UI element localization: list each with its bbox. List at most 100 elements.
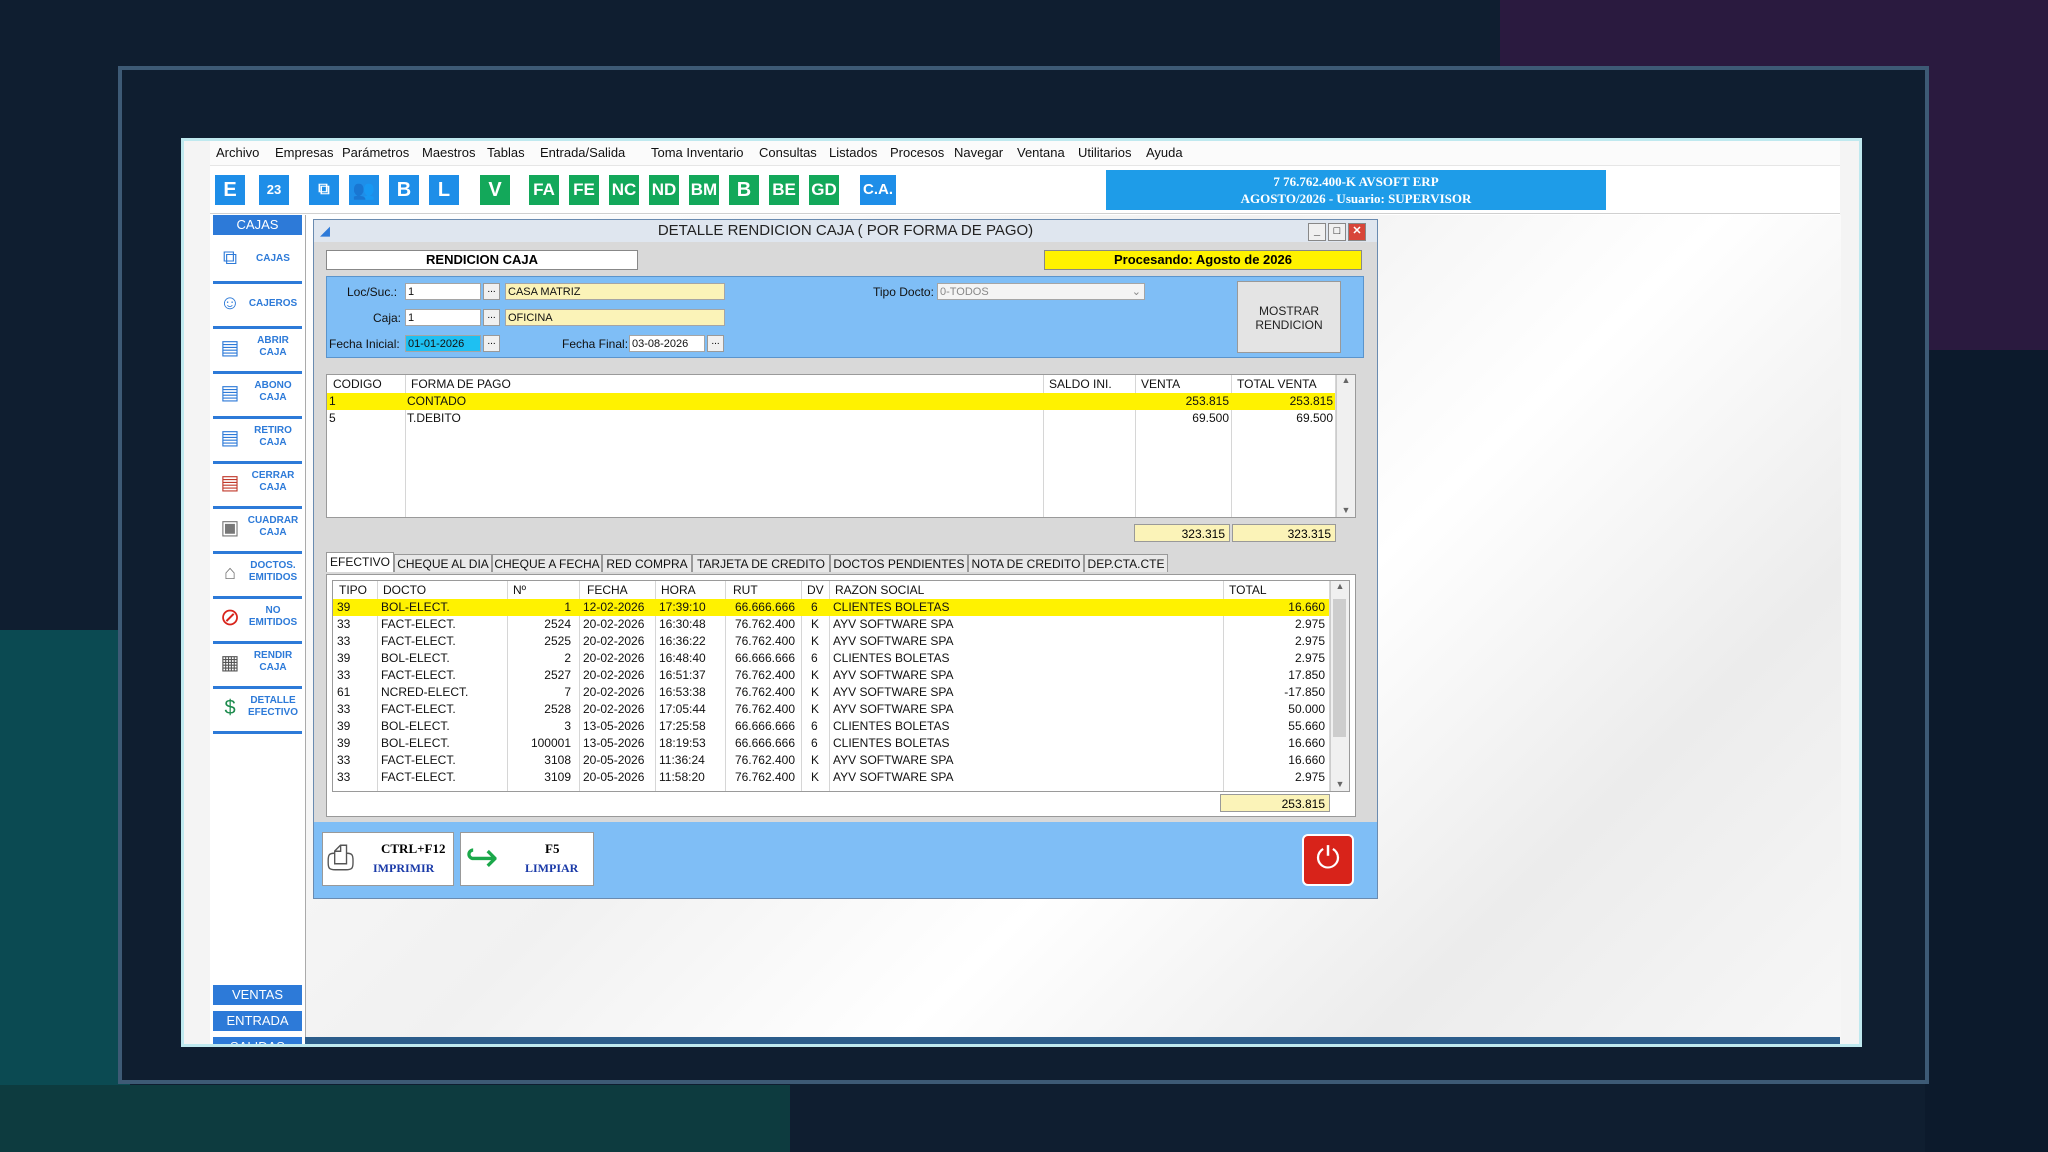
toolbar-fa-button[interactable]: FA <box>528 174 560 206</box>
tab-cheque-al-dia[interactable]: CHEQUE AL DIA <box>394 554 492 572</box>
toolbar-v-button[interactable]: V <box>479 174 511 206</box>
table-row[interactable]: 33 FACT-ELECT. 2524 20-02-2026 16:30:48 76.76… <box>333 616 1329 633</box>
chevron-down-icon[interactable]: ▼ <box>1331 779 1349 789</box>
toolbar-nd-button[interactable]: ND <box>648 174 680 206</box>
minimize-icon[interactable]: _ <box>1308 223 1326 241</box>
tab-tarjeta-credito[interactable]: TARJETA DE CREDITO <box>692 554 830 572</box>
caja-lookup-button[interactable]: ... <box>483 309 500 326</box>
documents-scrollbar[interactable]: ▲ ▼ <box>1330 581 1349 791</box>
toolbar-gd-button[interactable]: GD <box>808 174 840 206</box>
caja-code-input[interactable]: 1 <box>405 309 481 326</box>
sidebar-item-label: RENDIR CAJA <box>253 650 293 673</box>
cell: 69.500 <box>1192 411 1229 425</box>
cell: K <box>811 668 820 682</box>
table-row[interactable]: 33 FACT-ELECT. 2527 20-02-2026 16:51:37 76.76… <box>333 667 1329 684</box>
sidebar-item-cuadrar-caja[interactable]: ▣ CUADRAR CAJA <box>213 509 302 554</box>
menu-toma-inventario[interactable]: Toma Inventario <box>651 145 744 160</box>
fecha-final-input[interactable]: 03-08-2026 <box>629 335 705 352</box>
tab-doctos-pendientes[interactable]: DOCTOS PENDIENTES <box>830 554 968 572</box>
sidebar-item-cajeros[interactable]: ☺ CAJEROS <box>213 284 302 329</box>
toolbar-nc-button[interactable]: NC <box>608 174 640 206</box>
mostrar-rendicion-button[interactable]: MOSTRAR RENDICION <box>1237 281 1341 353</box>
sidebar-item-cajas[interactable]: ⧉ CAJAS <box>213 239 302 284</box>
menu-listados[interactable]: Listados <box>829 145 877 160</box>
clear-button[interactable]: ↪ F5 LIMPIAR <box>460 832 594 886</box>
tab-efectivo[interactable]: EFECTIVO <box>326 552 394 572</box>
menu-consultas[interactable]: Consultas <box>759 145 817 160</box>
toolbar-be-button[interactable]: BE <box>768 174 800 206</box>
sidebar-item-label: RETIRO CAJA <box>254 425 292 448</box>
total-venta-total: 323.315 <box>1232 524 1336 542</box>
table-row[interactable]: 1 CONTADO 253.815 253.815 <box>327 393 1335 410</box>
menu-ayuda[interactable]: Ayuda <box>1146 145 1183 160</box>
scroll-thumb[interactable] <box>1333 599 1346 737</box>
fecha-inicial-input[interactable]: 01-01-2026 <box>405 335 481 352</box>
sidebar-entrada-button[interactable]: ENTRADA <box>213 1011 302 1031</box>
menu-utilitarios[interactable]: Utilitarios <box>1078 145 1131 160</box>
table-row[interactable]: 33 FACT-ELECT. 2528 20-02-2026 17:05:44 76.76… <box>333 701 1329 718</box>
sidebar-item-detalle-efectivo[interactable]: $ DETALLE EFECTIVO <box>213 689 302 734</box>
table-row[interactable]: 5 T.DEBITO 69.500 69.500 <box>327 410 1335 427</box>
fecha-inicial-label: Fecha Inicial: <box>329 337 400 351</box>
fecha-inicial-picker[interactable]: ... <box>483 335 500 352</box>
users-icon[interactable]: 👥 <box>348 174 380 206</box>
table-row[interactable]: 39 BOL-ELECT. 2 20-02-2026 16:48:40 66.666.66… <box>333 650 1329 667</box>
close-icon[interactable]: ✕ <box>1348 223 1366 241</box>
table-row[interactable]: 61 NCRED-ELECT. 7 20-02-2026 16:53:38 76.762.… <box>333 684 1329 701</box>
table-row[interactable]: 39 BOL-ELECT. 100001 13-05-2026 18:19:53 66.6… <box>333 735 1329 752</box>
chevron-up-icon[interactable]: ▲ <box>1337 375 1355 385</box>
fecha-final-picker[interactable]: ... <box>707 335 724 352</box>
chevron-down-icon[interactable]: ▼ <box>1337 505 1355 515</box>
sidebar-item-retiro-caja[interactable]: ▤ RETIRO CAJA <box>213 419 302 464</box>
tab-nota-credito[interactable]: NOTA DE CREDITO <box>968 554 1084 572</box>
tab-cheque-a-fecha[interactable]: CHEQUE A FECHA <box>492 554 602 572</box>
sidebar-item-abono-caja[interactable]: ▤ ABONO CAJA <box>213 374 302 419</box>
menu-tablas[interactable]: Tablas <box>487 145 525 160</box>
table-row[interactable]: 33 FACT-ELECT. 2525 20-02-2026 16:36:22 76.76… <box>333 633 1329 650</box>
menu-ventana[interactable]: Ventana <box>1017 145 1065 160</box>
toolbar-ca-button[interactable]: C.A. <box>859 174 897 206</box>
cell: 33 <box>337 617 351 631</box>
sidebar-item-rendir-caja[interactable]: ▦ RENDIR CAJA <box>213 644 302 689</box>
menu-archivo[interactable]: Archivo <box>216 145 259 160</box>
calendar-icon[interactable]: 23 <box>258 174 290 206</box>
maximize-icon[interactable]: □ <box>1328 223 1346 241</box>
power-off-icon[interactable]: ⏻ <box>1302 834 1354 886</box>
sidebar-ventas-button[interactable]: VENTAS <box>213 985 302 1005</box>
cell: K <box>811 770 820 784</box>
toolbar-bm-button[interactable]: BM <box>688 174 720 206</box>
menu-entrada-salida[interactable]: Entrada/Salida <box>540 145 625 160</box>
print-button[interactable]: ⎙ CTRL+F12 IMPRIMIR <box>322 832 454 886</box>
cell: 76.762.400 <box>734 634 795 648</box>
table-row[interactable]: 39 BOL-ELECT. 1 12-02-2026 17:39:10 66.666.66… <box>333 599 1329 616</box>
cell: K <box>811 634 820 648</box>
col-tipo: TIPO <box>339 583 368 597</box>
loc-lookup-button[interactable]: ... <box>483 283 500 300</box>
menu-empresas[interactable]: Empresas <box>275 145 334 160</box>
menu-parametros[interactable]: Parámetros <box>342 145 409 160</box>
sidebar-item-abrir-caja[interactable]: ▤ ABRIR CAJA <box>213 329 302 374</box>
sidebar-item-no-emitidos[interactable]: ⊘ NO EMITIDOS <box>213 599 302 644</box>
chevron-up-icon[interactable]: ▲ <box>1331 581 1349 591</box>
menu-navegar[interactable]: Navegar <box>954 145 1003 160</box>
toolbar-b2-button[interactable]: B <box>728 174 760 206</box>
tab-red-compra[interactable]: RED COMPRA <box>602 554 692 572</box>
tab-dep-cta-cte[interactable]: DEP.CTA.CTE <box>1084 554 1168 572</box>
toolbar-b-button[interactable]: B <box>388 174 420 206</box>
menu-procesos[interactable]: Procesos <box>890 145 944 160</box>
toolbar-fe-button[interactable]: FE <box>568 174 600 206</box>
loc-code-input[interactable]: 1 <box>405 283 481 300</box>
network-icon[interactable]: ⧉ <box>308 174 340 206</box>
menu-maestros[interactable]: Maestros <box>422 145 475 160</box>
tipo-docto-select[interactable]: 0-TODOS ⌄ <box>937 283 1145 300</box>
table-row[interactable]: 33 FACT-ELECT. 3108 20-05-2026 11:36:24 76.76… <box>333 752 1329 769</box>
toolbar-e-button[interactable]: E <box>214 174 246 206</box>
table-row[interactable]: 39 BOL-ELECT. 3 13-05-2026 17:25:58 66.666.66… <box>333 718 1329 735</box>
payment-scrollbar[interactable]: ▲ ▼ <box>1336 375 1355 517</box>
sidebar-item-cerrar-caja[interactable]: ▤ CERRAR CAJA <box>213 464 302 509</box>
sidebar-salidas-button[interactable]: SALIDAS <box>213 1037 302 1044</box>
table-row[interactable]: 33 FACT-ELECT. 3109 20-05-2026 11:58:20 76.76… <box>333 769 1329 786</box>
toolbar-l-button[interactable]: L <box>428 174 460 206</box>
sidebar-item-doctos-emitidos[interactable]: ⌂ DOCTOS. EMITIDOS <box>213 554 302 599</box>
cell: 76.762.400 <box>734 668 795 682</box>
